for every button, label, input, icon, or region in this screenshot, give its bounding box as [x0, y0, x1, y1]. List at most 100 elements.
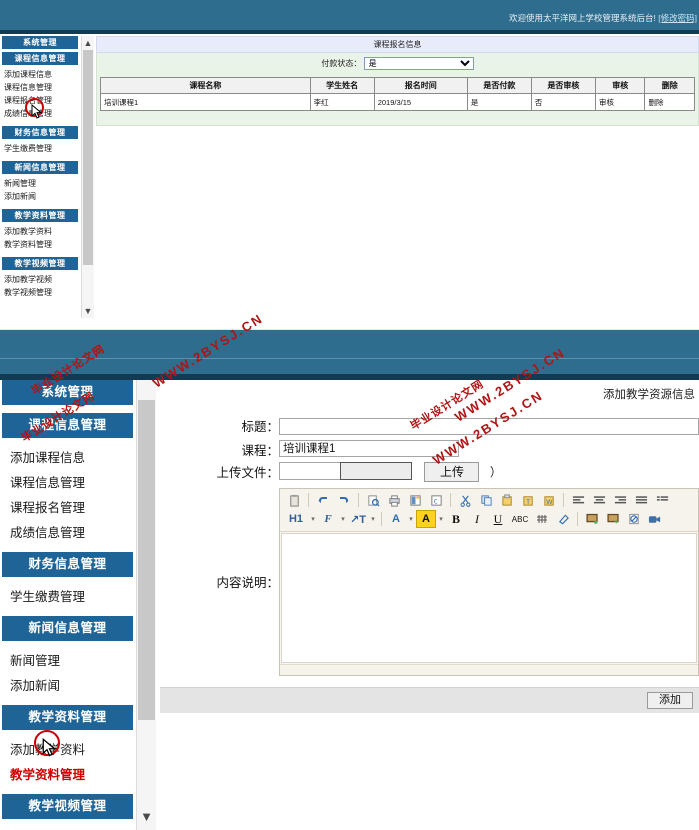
table-header-row: 课程名称 学生姓名 报名时间 是否付款 是否审核 审核 删除	[100, 77, 695, 94]
browse-button[interactable]	[340, 462, 412, 481]
sidebar2-group-news[interactable]: 新闻信息管理	[2, 616, 133, 641]
insert-file-icon[interactable]	[624, 510, 644, 528]
highlight-color-icon[interactable]: A	[416, 510, 436, 528]
chevron-down-icon[interactable]: ▾	[339, 510, 347, 528]
preview-icon[interactable]	[363, 491, 383, 509]
paste-word-icon[interactable]: W	[539, 491, 559, 509]
grid-icon[interactable]	[532, 510, 552, 528]
list-icon[interactable]	[652, 491, 672, 509]
col-review-action: 审核	[594, 77, 646, 94]
toolbar-separator	[577, 512, 578, 526]
cut-icon[interactable]	[455, 491, 475, 509]
editor-statusbar	[280, 663, 698, 675]
align-left-icon[interactable]	[568, 491, 588, 509]
font-color-icon[interactable]: A	[386, 510, 406, 528]
col-reviewed: 是否审核	[530, 77, 596, 94]
sidebar2-item-grade-manage[interactable]: 成绩信息管理	[0, 521, 135, 546]
sidebar2-group-video[interactable]: 教学视频管理	[2, 794, 133, 819]
sidebar2-item-tuition[interactable]: 学生缴费管理	[0, 585, 135, 610]
sidebar-group-video[interactable]: 教学视频管理	[2, 257, 78, 270]
sidebar2-item-add-course[interactable]: 添加课程信息	[0, 446, 135, 471]
sidebar2-item-news-manage[interactable]: 新闻管理	[0, 649, 135, 674]
sidebar2-group-material[interactable]: 教学资料管理	[2, 705, 133, 730]
sidebar-item-add-news[interactable]: 添加新闻	[0, 190, 80, 203]
sidebar-scrollbar-top[interactable]: ▲ ▼	[81, 36, 94, 318]
chevron-down-icon[interactable]: ▾	[437, 510, 445, 528]
eraser-icon[interactable]	[553, 510, 573, 528]
chevron-down-icon[interactable]: ▾	[407, 510, 415, 528]
editor-body[interactable]	[281, 532, 697, 663]
chevron-down-icon[interactable]: ▾	[369, 510, 377, 528]
title-input[interactable]	[279, 417, 699, 435]
top-header-bar: 欢迎使用太平洋网上学校管理系统后台! [修改密码]	[0, 0, 699, 30]
insert-media-icon[interactable]	[645, 510, 665, 528]
undo-icon[interactable]	[313, 491, 333, 509]
file-picker[interactable]	[279, 462, 412, 481]
bold-icon[interactable]: B	[446, 510, 466, 528]
sidebar2-item-course-manage[interactable]: 课程信息管理	[0, 471, 135, 496]
scroll-down-arrow-icon[interactable]: ▼	[82, 305, 94, 317]
template-icon[interactable]	[405, 491, 425, 509]
sidebar2-group-course[interactable]: 课程信息管理	[2, 413, 133, 438]
align-justify-icon[interactable]	[631, 491, 651, 509]
payment-status-select[interactable]: 是	[363, 57, 474, 71]
sidebar2-item-add-news[interactable]: 添加新闻	[0, 674, 135, 699]
heading-icon[interactable]: H1	[284, 510, 308, 528]
editor-toolbar-row-2: H1 ▾ F ▾ ↗T ▾ A ▾ A ▾ B I U ABC	[284, 510, 694, 529]
paste-icon[interactable]	[284, 491, 304, 509]
sidebar2-item-material-manage[interactable]: 教学资料管理	[0, 763, 135, 788]
scroll-up-arrow-icon[interactable]: ▲	[82, 37, 94, 49]
sidebar-group-news[interactable]: 新闻信息管理	[2, 161, 78, 174]
sidebar-item-add-course[interactable]: 添加课程信息	[0, 68, 80, 81]
scroll-down-arrow-icon-2[interactable]: ▼	[137, 808, 156, 826]
redo-icon[interactable]	[334, 491, 354, 509]
paste-text-icon[interactable]: T	[518, 491, 538, 509]
editor-cell: C T W H1 ▾ F ▾ ↗T ▾ A ▾ A ▾ B I U ABC	[279, 487, 699, 676]
sidebar-item-grade-manage[interactable]: 成绩信息管理	[0, 107, 80, 120]
paste-plain-icon[interactable]	[497, 491, 517, 509]
italic-icon[interactable]: I	[467, 510, 487, 528]
chevron-down-icon[interactable]: ▾	[309, 510, 317, 528]
cell-review-link[interactable]: 审核	[594, 93, 646, 111]
file-name-input[interactable]	[279, 462, 341, 481]
insert-image-icon[interactable]	[582, 510, 602, 528]
cell-delete-link[interactable]: 删除	[644, 93, 695, 111]
form-content: 添加教学资源信息 标题： 课程： 培训课程1 上传文件： 上传 ） 内容说明： …	[160, 380, 699, 830]
sidebar-group-system[interactable]: 系统管理	[2, 36, 78, 49]
sidebar-item-course-manage[interactable]: 课程信息管理	[0, 81, 80, 94]
insert-flash-icon[interactable]	[603, 510, 623, 528]
sidebar-group-finance[interactable]: 财务信息管理	[2, 126, 78, 139]
payment-status-label: 付款状态：	[321, 59, 362, 68]
sidebar-group-course[interactable]: 课程信息管理	[2, 52, 78, 65]
scrollbar-thumb[interactable]	[83, 50, 93, 265]
sidebar-item-add-video[interactable]: 添加教学视频	[0, 273, 80, 286]
sidebar-item-add-material[interactable]: 添加教学资料	[0, 225, 80, 238]
underline-icon[interactable]: U	[488, 510, 508, 528]
sidebar2-item-add-material[interactable]: 添加教学资料	[0, 738, 135, 763]
sidebar-item-news-manage[interactable]: 新闻管理	[0, 177, 80, 190]
source-icon[interactable]: C	[426, 491, 446, 509]
copy-icon[interactable]	[476, 491, 496, 509]
font-size-icon[interactable]: ↗T	[348, 510, 368, 528]
sidebar2-group-finance[interactable]: 财务信息管理	[2, 552, 133, 577]
print-icon[interactable]	[384, 491, 404, 509]
sidebar-item-course-enroll[interactable]: 课程报名管理	[0, 94, 80, 107]
sidebar-item-material-manage[interactable]: 教学资料管理	[0, 238, 80, 251]
sidebar-group-material[interactable]: 教学资料管理	[2, 209, 78, 222]
font-family-icon[interactable]: F	[318, 510, 338, 528]
course-select[interactable]: 培训课程1	[279, 439, 459, 457]
sidebar-item-tuition[interactable]: 学生缴费管理	[0, 142, 80, 155]
filter-bar: 付款状态： 是	[96, 53, 699, 75]
upload-button[interactable]: 上传	[424, 461, 480, 482]
submit-button[interactable]: 添加	[647, 691, 693, 709]
sidebar2-group-system[interactable]: 系统管理	[2, 380, 133, 405]
change-password-link[interactable]: [修改密码]	[658, 13, 697, 23]
list-content: 课程报名信息 付款状态： 是 课程名称 学生姓名 报名时间 是否付款 是否审核 …	[96, 36, 699, 318]
sidebar-item-video-manage[interactable]: 教学视频管理	[0, 286, 80, 299]
sidebar-scrollbar-bottom[interactable]: ▼	[136, 380, 156, 830]
align-center-icon[interactable]	[589, 491, 609, 509]
scrollbar-thumb-2[interactable]	[138, 400, 155, 720]
strikethrough-icon[interactable]: ABC	[509, 510, 531, 528]
sidebar2-item-course-enroll[interactable]: 课程报名管理	[0, 496, 135, 521]
align-right-icon[interactable]	[610, 491, 630, 509]
